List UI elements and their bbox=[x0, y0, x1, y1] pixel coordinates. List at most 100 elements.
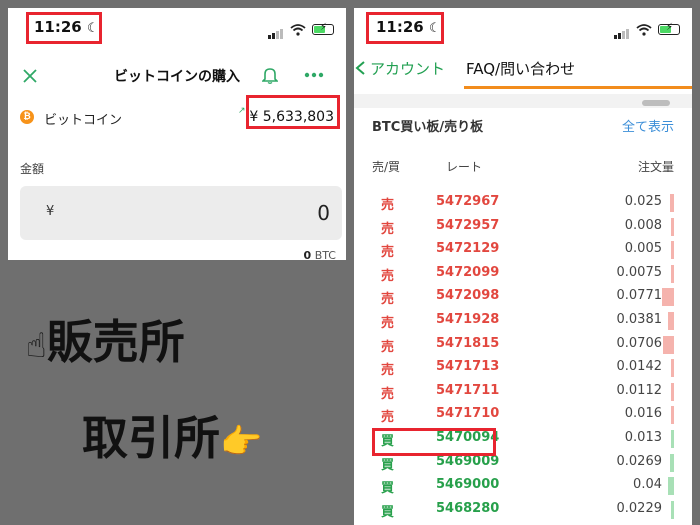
depth-bar bbox=[663, 335, 674, 354]
order-book-row[interactable]: 売 5471928 0.0381 bbox=[354, 312, 692, 336]
row-qty: 0.0229 bbox=[616, 500, 663, 516]
row-side: 売 bbox=[381, 363, 395, 379]
wifi-icon bbox=[290, 23, 306, 36]
rate-highlight-box bbox=[372, 428, 496, 456]
row-rate: 5468280 bbox=[436, 500, 500, 516]
bell-icon[interactable] bbox=[262, 66, 278, 84]
depth-bar bbox=[671, 382, 674, 401]
row-qty: 0.04 bbox=[633, 477, 662, 493]
row-side: 売 bbox=[381, 245, 395, 261]
price-highlight-box bbox=[246, 95, 340, 129]
row-side: 売 bbox=[381, 198, 395, 213]
row-side: 売 bbox=[381, 410, 395, 426]
time-highlight-box bbox=[26, 12, 102, 44]
depth-bar bbox=[668, 477, 674, 496]
row-side: 買 bbox=[381, 481, 395, 497]
row-side: 買 bbox=[381, 457, 395, 473]
row-rate: 5472099 bbox=[436, 264, 500, 280]
col-qty-header: 注文量 bbox=[637, 160, 674, 174]
depth-bar bbox=[670, 194, 674, 212]
order-book-row[interactable]: 売 5472098 0.0771 bbox=[354, 288, 692, 312]
depth-bar bbox=[662, 288, 674, 307]
amount-label: 金額 bbox=[20, 162, 45, 176]
col-rate-header: レート bbox=[446, 160, 483, 174]
row-rate: 5469000 bbox=[436, 477, 500, 493]
yen-icon: ¥ bbox=[46, 204, 55, 219]
more-icon[interactable] bbox=[304, 72, 324, 78]
row-side: 買 bbox=[381, 504, 395, 520]
purchase-header: ビットコインの購入 bbox=[8, 64, 346, 88]
row-rate: 5471815 bbox=[436, 335, 500, 351]
battery-icon: ⚡ bbox=[312, 22, 334, 35]
coin-name: ビットコイン bbox=[44, 113, 123, 128]
order-book-row[interactable]: 売 5471710 0.016 bbox=[354, 406, 692, 430]
back-link[interactable]: アカウント bbox=[354, 58, 445, 79]
row-qty: 0.0771 bbox=[616, 288, 663, 304]
depth-bar bbox=[668, 312, 674, 330]
pointing-right-icon: 👉 bbox=[220, 421, 263, 462]
row-qty: 0.0112 bbox=[616, 382, 663, 398]
btc-balance: 0 BTC bbox=[303, 249, 336, 260]
row-rate: 5471928 bbox=[436, 312, 500, 327]
row-qty: 0.013 bbox=[624, 430, 662, 445]
row-side: 売 bbox=[381, 316, 395, 331]
depth-bar bbox=[671, 430, 674, 448]
row-qty: 0.0381 bbox=[616, 312, 663, 327]
row-qty: 0.0706 bbox=[616, 335, 663, 351]
row-qty: 0.0075 bbox=[616, 264, 663, 280]
order-book-row[interactable]: 売 5472129 0.005 bbox=[354, 241, 692, 265]
col-side-header: 売/買 bbox=[372, 160, 401, 174]
row-rate: 5472957 bbox=[436, 217, 500, 233]
row-rate: 5472098 bbox=[436, 288, 500, 304]
depth-bar bbox=[670, 453, 674, 472]
depth-bar bbox=[671, 500, 674, 519]
row-side: 売 bbox=[381, 221, 395, 237]
blurred-text bbox=[642, 100, 670, 106]
order-book-row[interactable]: 売 5471815 0.0706 bbox=[354, 335, 692, 360]
order-book-row[interactable]: 売 5471711 0.0112 bbox=[354, 382, 692, 407]
signal-icon bbox=[268, 20, 284, 39]
row-rate: 5471711 bbox=[436, 382, 500, 398]
pointing-up-icon: ☝ bbox=[26, 325, 47, 366]
purchase-screen: 11:26 ☾ ⚡ ビットコインの購入 ₿ ビットコイン ↗ ¥ 5,633,8… bbox=[8, 8, 346, 260]
amount-input[interactable]: ¥ 0 bbox=[20, 186, 342, 240]
order-book-row[interactable]: 売 5472967 0.025 bbox=[354, 194, 692, 218]
tab-faq[interactable]: FAQ/問い合わせ bbox=[466, 58, 575, 79]
row-rate: 5471713 bbox=[436, 359, 500, 375]
page-title: ビットコインの購入 bbox=[114, 69, 240, 85]
order-book-row[interactable]: 売 5472099 0.0075 bbox=[354, 264, 692, 289]
depth-bar bbox=[671, 241, 674, 260]
order-book-row[interactable]: 売 5471713 0.0142 bbox=[354, 359, 692, 383]
row-side: 売 bbox=[381, 268, 395, 284]
row-qty: 0.005 bbox=[624, 241, 662, 257]
order-book-row[interactable]: 買 5469000 0.04 bbox=[354, 477, 692, 501]
tab-underline bbox=[464, 86, 692, 89]
view-all-link[interactable]: 全て表示 bbox=[622, 116, 674, 135]
depth-bar bbox=[671, 217, 674, 236]
battery-icon: ⚡ bbox=[658, 22, 680, 35]
wifi-icon bbox=[636, 23, 652, 36]
row-rate: 5472129 bbox=[436, 241, 500, 257]
depth-bar bbox=[671, 264, 674, 283]
depth-bar bbox=[671, 359, 674, 378]
order-book-row[interactable]: 売 5472957 0.008 bbox=[354, 217, 692, 242]
row-side: 売 bbox=[381, 386, 395, 402]
row-side: 売 bbox=[381, 339, 395, 355]
row-side: 売 bbox=[381, 292, 395, 308]
row-qty: 0.0269 bbox=[616, 453, 663, 469]
market-caption: ☝販売所 bbox=[26, 315, 185, 369]
row-qty: 0.016 bbox=[624, 406, 662, 422]
trend-arrow-icon: ↗ bbox=[238, 106, 246, 116]
row-rate: 5472967 bbox=[436, 194, 500, 209]
order-book-row[interactable]: 買 5468280 0.0229 bbox=[354, 500, 692, 525]
status-icons: ⚡ bbox=[268, 20, 334, 39]
status-icons: ⚡ bbox=[614, 20, 680, 39]
signal-icon bbox=[614, 20, 630, 39]
row-qty: 0.0142 bbox=[616, 359, 663, 375]
time-highlight-box bbox=[366, 12, 444, 44]
row-qty: 0.008 bbox=[624, 217, 662, 233]
exchange-caption: 取引所👉 bbox=[82, 411, 263, 465]
order-book-title: BTC買い板/売り板 bbox=[372, 120, 484, 135]
order-book-row[interactable]: 買 5469009 0.0269 bbox=[354, 453, 692, 478]
row-rate: 5471710 bbox=[436, 406, 500, 422]
